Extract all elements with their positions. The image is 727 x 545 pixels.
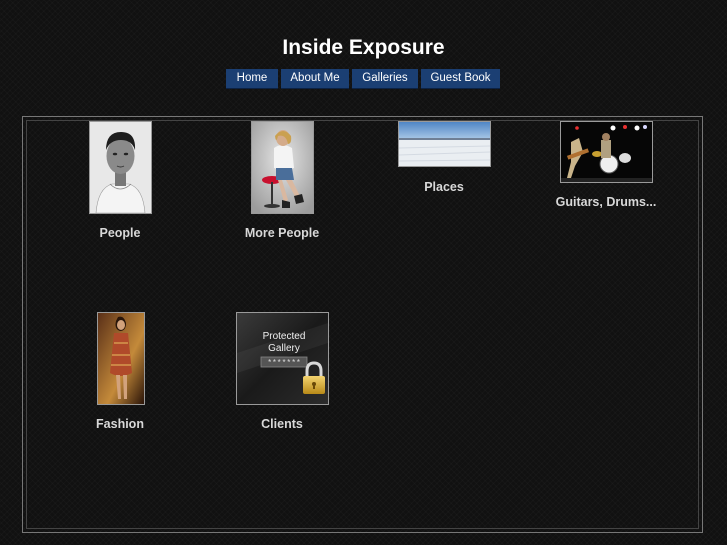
nav-guest-book[interactable]: Guest Book — [421, 69, 500, 89]
fashion-model-image — [98, 313, 144, 404]
gallery-label: Gallery — [268, 343, 300, 354]
concert-stage-image — [561, 122, 652, 182]
more-people-thumbnail[interactable] — [251, 121, 314, 214]
protected-label: Protected — [263, 331, 306, 342]
portrait-woman-image — [252, 122, 313, 213]
fashion-thumbnail[interactable] — [97, 312, 145, 405]
password-mask: ******* — [267, 359, 301, 368]
nav-home[interactable]: Home — [226, 69, 278, 89]
places-thumbnail[interactable] — [398, 121, 491, 167]
nav-galleries[interactable]: Galleries — [352, 69, 418, 89]
guitars-drums-thumbnail[interactable] — [560, 121, 653, 183]
site-title: Inside Exposure — [282, 36, 445, 59]
guitars-drums-caption[interactable]: Guitars, Drums... — [516, 195, 696, 209]
clients-thumbnail[interactable]: Protected Gallery ******* — [236, 312, 329, 405]
protected-gallery-image: Protected Gallery ******* — [237, 313, 328, 404]
landscape-salt-flat-image — [399, 122, 490, 166]
fashion-caption[interactable]: Fashion — [30, 417, 210, 431]
clients-caption[interactable]: Clients — [192, 417, 372, 431]
places-caption[interactable]: Places — [354, 180, 534, 194]
people-caption[interactable]: People — [30, 226, 210, 240]
portrait-man-image — [90, 122, 151, 213]
nav-about-me[interactable]: About Me — [281, 69, 349, 89]
people-thumbnail[interactable] — [89, 121, 152, 214]
main-nav: Home About Me Galleries Guest Book — [226, 69, 500, 89]
more-people-caption[interactable]: More People — [192, 226, 372, 240]
